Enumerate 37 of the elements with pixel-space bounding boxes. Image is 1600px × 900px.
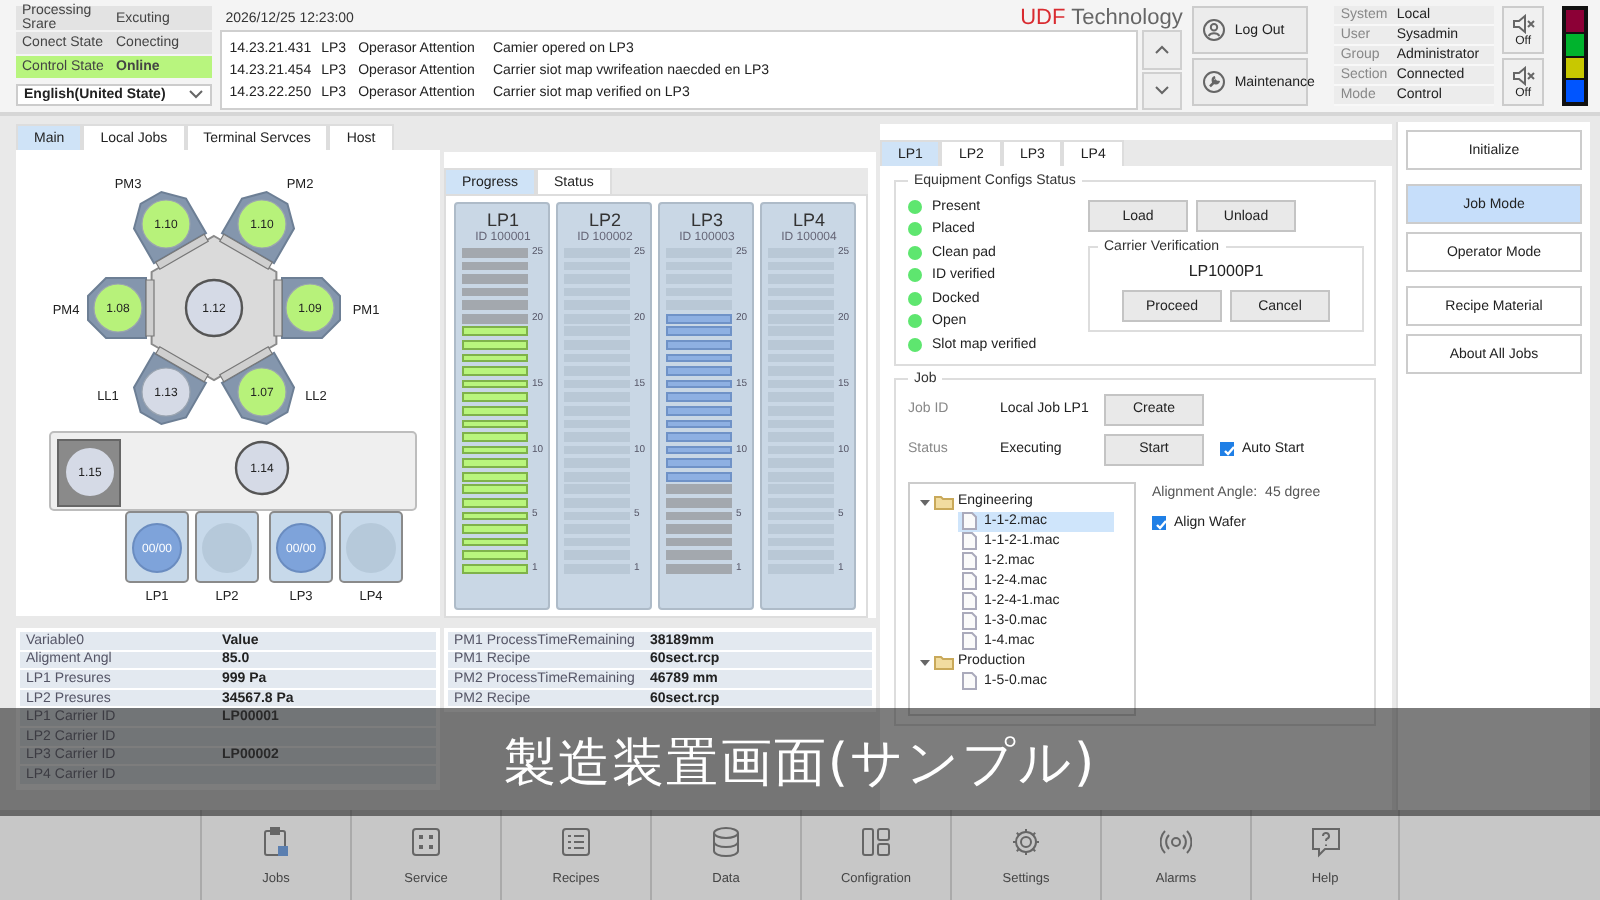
folder-icon [934,492,954,511]
database-icon [710,825,742,857]
carrier-name: LP2 [586,210,623,231]
carrier-name: LP3 [688,210,725,231]
checkbox[interactable] [1220,442,1234,457]
expanded-icon[interactable] [918,655,930,668]
brand-mark: UDF [1020,6,1066,30]
robot [184,278,244,338]
check-icon [1222,444,1236,459]
user-icon [1202,18,1227,42]
clipboard-icon [260,825,292,857]
speaker-muted-icon [1511,65,1536,85]
gear-icon [1010,825,1042,857]
check-icon [1154,517,1168,532]
scroll-up-button[interactable] [1142,30,1183,69]
grid-icon [410,825,442,857]
folder-icon [934,652,954,671]
file-icon [962,672,978,691]
robot [234,440,290,496]
speaker-muted-icon [1511,13,1536,33]
expanded-icon[interactable] [918,495,930,508]
carrier-name: LP1 [484,210,521,231]
scroll-down-button[interactable] [1142,71,1183,110]
layout-icon [860,825,892,857]
alarm-icon [1160,825,1192,857]
wrench-icon [1202,70,1227,94]
carrier-name: LP4 [790,210,827,231]
brand-name: Technology [1071,6,1183,30]
chevron-up-icon [1154,43,1171,56]
chevron-down-icon [1154,84,1171,97]
list-icon [560,825,592,857]
wafer [66,448,114,496]
checkbox[interactable] [1152,515,1166,530]
help-icon [1309,825,1341,857]
carrier-id: LP1000P1 [1186,262,1266,280]
chevron-down-icon [187,88,204,101]
caption-text: 製造装置画面(サンプル) [503,731,1097,797]
